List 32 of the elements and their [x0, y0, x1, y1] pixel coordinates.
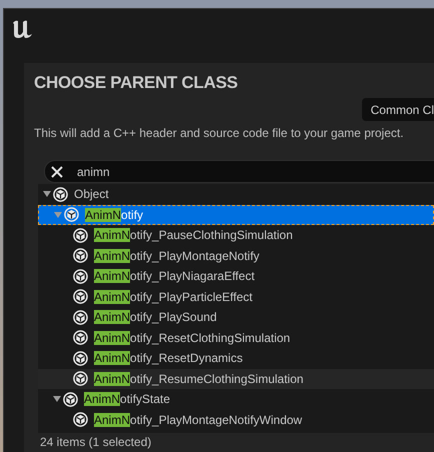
- expand-arrow-icon[interactable]: [52, 394, 62, 404]
- tree-item[interactable]: AnimNotify_ResumeClothingSimulation: [38, 368, 434, 389]
- class-icon: [73, 412, 88, 428]
- tree-item[interactable]: AnimNotify_PauseClothingSimulation: [38, 225, 434, 246]
- expand-arrow-icon[interactable]: [42, 189, 52, 200]
- tree-item[interactable]: AnimNotify_PlayNiagaraEffect: [38, 266, 434, 286]
- description-text: This will add a C++ header and source code file to your game project.: [34, 126, 405, 140]
- tree-item[interactable]: AnimNotify_PlayParticleEffect: [38, 286, 434, 307]
- tree-item[interactable]: AnimNotify_PlaySound: [38, 307, 434, 328]
- class-icon: [73, 350, 88, 366]
- tree-item[interactable]: AnimNotify_PlayMontageNotify: [38, 246, 434, 266]
- class-icon: [73, 310, 88, 325]
- tree-item[interactable]: AnimNotify_ResetClothingSimulation: [38, 328, 434, 348]
- tree-item[interactable]: Object: [38, 184, 434, 204]
- status-text: 24 items (1 selected): [39, 434, 152, 451]
- class-icon: [73, 228, 88, 243]
- selected-tree-item[interactable]: AnimNotify: [38, 204, 434, 225]
- class-icon: [73, 371, 88, 386]
- dialog-title: CHOOSE PARENT CLASS: [34, 73, 239, 93]
- class-icon: [73, 330, 88, 346]
- tree-item[interactable]: AnimNotify_ResetDynamics: [38, 348, 434, 368]
- class-icon: [73, 248, 88, 264]
- class-icon: [53, 186, 68, 202]
- class-icon: [64, 207, 79, 222]
- common-classes-button[interactable]: Common Cl: [362, 98, 434, 121]
- class-icon: [73, 289, 88, 304]
- class-icon: [73, 268, 88, 284]
- clear-icon[interactable]: [51, 166, 63, 178]
- tree-item[interactable]: AnimNotifyState: [38, 389, 434, 410]
- tree-item[interactable]: AnimNotify_PlayMontageNotifyWindow: [38, 410, 434, 430]
- search-field[interactable]: animn: [44, 160, 434, 183]
- class-icon: [63, 392, 78, 407]
